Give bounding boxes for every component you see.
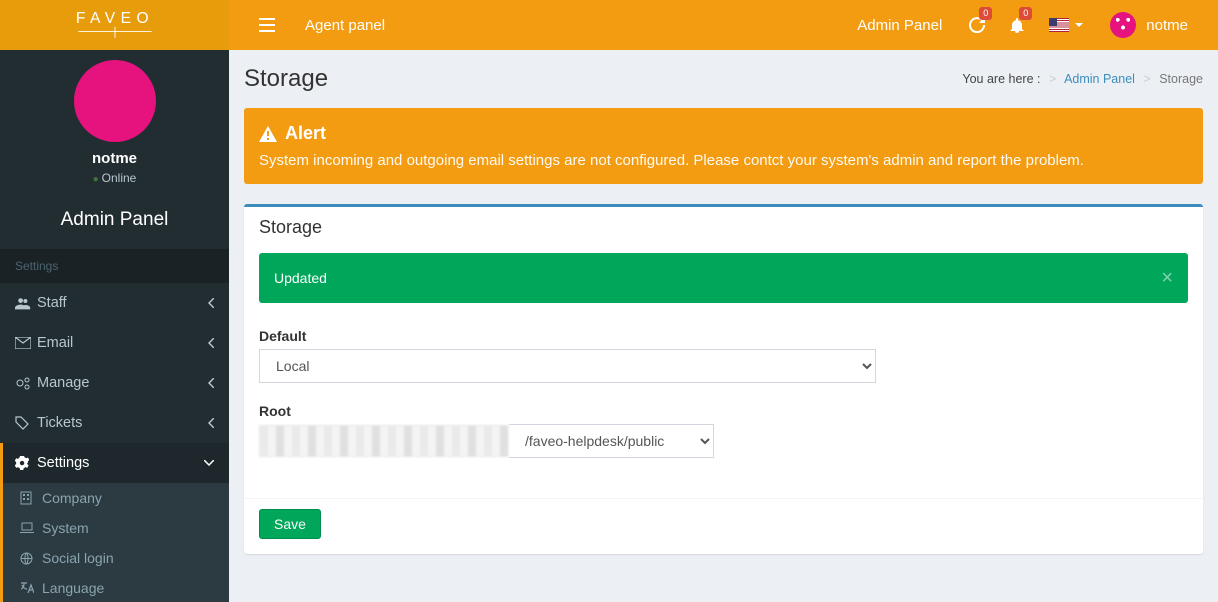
sidebar-toggle-icon[interactable]: [244, 3, 290, 47]
submenu-item-system[interactable]: System: [0, 513, 229, 543]
save-button[interactable]: Save: [259, 509, 321, 539]
submenu-item-label: Language: [42, 580, 104, 596]
sidebar-item-label: Manage: [37, 375, 89, 391]
box-body: Updated × Default Local Root: [244, 243, 1203, 498]
breadcrumb-sep: >: [1044, 72, 1061, 86]
sidebar-item-label: Settings: [37, 455, 89, 471]
avatar: [1110, 12, 1136, 38]
breadcrumb-admin-link[interactable]: Admin Panel: [1064, 72, 1135, 86]
default-select[interactable]: Local: [259, 349, 876, 383]
header-username: notme: [1146, 17, 1188, 34]
root-form-group: Root /faveo-helpdesk/public: [259, 403, 1188, 458]
page-title: Storage: [244, 65, 328, 93]
root-path-obscured: [259, 425, 509, 457]
sidebar-section-header: Settings: [0, 249, 229, 283]
submenu-item-social-login[interactable]: Social login: [0, 543, 229, 573]
root-select[interactable]: /faveo-helpdesk/public: [509, 424, 714, 458]
submenu-item-company[interactable]: Company: [0, 483, 229, 513]
sidebar-username: notme: [10, 150, 219, 167]
storage-box: Storage Updated × Default Local Root: [244, 204, 1203, 554]
success-alert: Updated ×: [259, 253, 1188, 303]
online-status: ●Online: [10, 171, 219, 185]
main-header: FAVEO Agent panel Admin Panel 0 0: [0, 0, 1218, 50]
default-form-group: Default Local: [259, 328, 1188, 383]
notifications-button[interactable]: 0: [997, 0, 1037, 50]
cogs-icon: [15, 376, 37, 390]
laptop-icon: [20, 522, 42, 534]
chevron-left-icon: [208, 418, 214, 428]
content-wrapper: Storage You are here : > Admin Panel > S…: [229, 50, 1218, 602]
sidebar-item-label: Email: [37, 335, 73, 351]
alert-title: Alert: [285, 123, 326, 144]
building-icon: [20, 491, 42, 505]
tags-icon: [15, 416, 37, 430]
globe-icon: [20, 552, 42, 565]
sidebar-item-staff[interactable]: Staff: [0, 283, 229, 323]
close-icon[interactable]: ×: [1161, 268, 1173, 288]
submenu-item-label: System: [42, 520, 89, 536]
root-label: Root: [259, 403, 1188, 419]
envelope-icon: [15, 337, 37, 349]
sidebar-item-label: Tickets: [37, 415, 82, 431]
chevron-left-icon: [208, 298, 214, 308]
language-selector[interactable]: [1037, 0, 1095, 50]
sidebar-item-label: Staff: [37, 295, 67, 311]
user-panel: notme ●Online: [0, 50, 229, 195]
user-menu[interactable]: notme: [1095, 0, 1203, 50]
refresh-badge: 0: [979, 7, 992, 20]
online-dot-icon: ●: [93, 174, 99, 185]
breadcrumb-prefix: You are here :: [962, 72, 1040, 86]
notifications-badge: 0: [1019, 7, 1032, 20]
breadcrumb-current: Storage: [1159, 72, 1203, 86]
language-icon: [20, 582, 42, 594]
main-sidebar: notme ●Online Admin Panel Settings Staff: [0, 0, 229, 602]
chevron-left-icon: [208, 378, 214, 388]
sidebar-item-settings[interactable]: Settings Company: [0, 443, 229, 602]
gear-icon: [15, 456, 37, 470]
logo[interactable]: FAVEO: [0, 0, 229, 50]
box-title: Storage: [259, 217, 1188, 238]
alert-body: System incoming and outgoing email setti…: [259, 152, 1188, 169]
flag-us-icon: [1049, 18, 1069, 32]
refresh-button[interactable]: 0: [957, 0, 997, 50]
submenu-item-language[interactable]: Language: [0, 573, 229, 602]
box-footer: Save: [244, 498, 1203, 554]
top-navbar: Agent panel Admin Panel 0 0 notme: [229, 0, 1218, 50]
warning-icon: [259, 126, 277, 142]
chevron-left-icon: [208, 338, 214, 348]
sidebar-item-email[interactable]: Email: [0, 323, 229, 363]
panel-label: Admin Panel: [0, 195, 229, 249]
box-header: Storage: [244, 207, 1203, 243]
alert-banner: Alert System incoming and outgoing email…: [244, 108, 1203, 184]
breadcrumb: You are here : > Admin Panel > Storage: [962, 72, 1203, 86]
sidebar-item-manage[interactable]: Manage: [0, 363, 229, 403]
avatar-large: [74, 60, 156, 142]
content: Alert System incoming and outgoing email…: [229, 93, 1218, 569]
submenu-item-label: Company: [42, 490, 102, 506]
sidebar-item-tickets[interactable]: Tickets: [0, 403, 229, 443]
users-icon: [15, 296, 37, 310]
submenu-item-label: Social login: [42, 550, 114, 566]
admin-panel-link[interactable]: Admin Panel: [842, 0, 957, 50]
success-message: Updated: [274, 270, 327, 286]
content-header: Storage You are here : > Admin Panel > S…: [229, 50, 1218, 93]
breadcrumb-sep: >: [1138, 72, 1155, 86]
agent-panel-link[interactable]: Agent panel: [290, 2, 400, 49]
caret-down-icon: [1075, 23, 1083, 27]
chevron-down-icon: [204, 460, 214, 466]
default-label: Default: [259, 328, 1188, 344]
svg-text:FAVEO: FAVEO: [75, 10, 153, 27]
